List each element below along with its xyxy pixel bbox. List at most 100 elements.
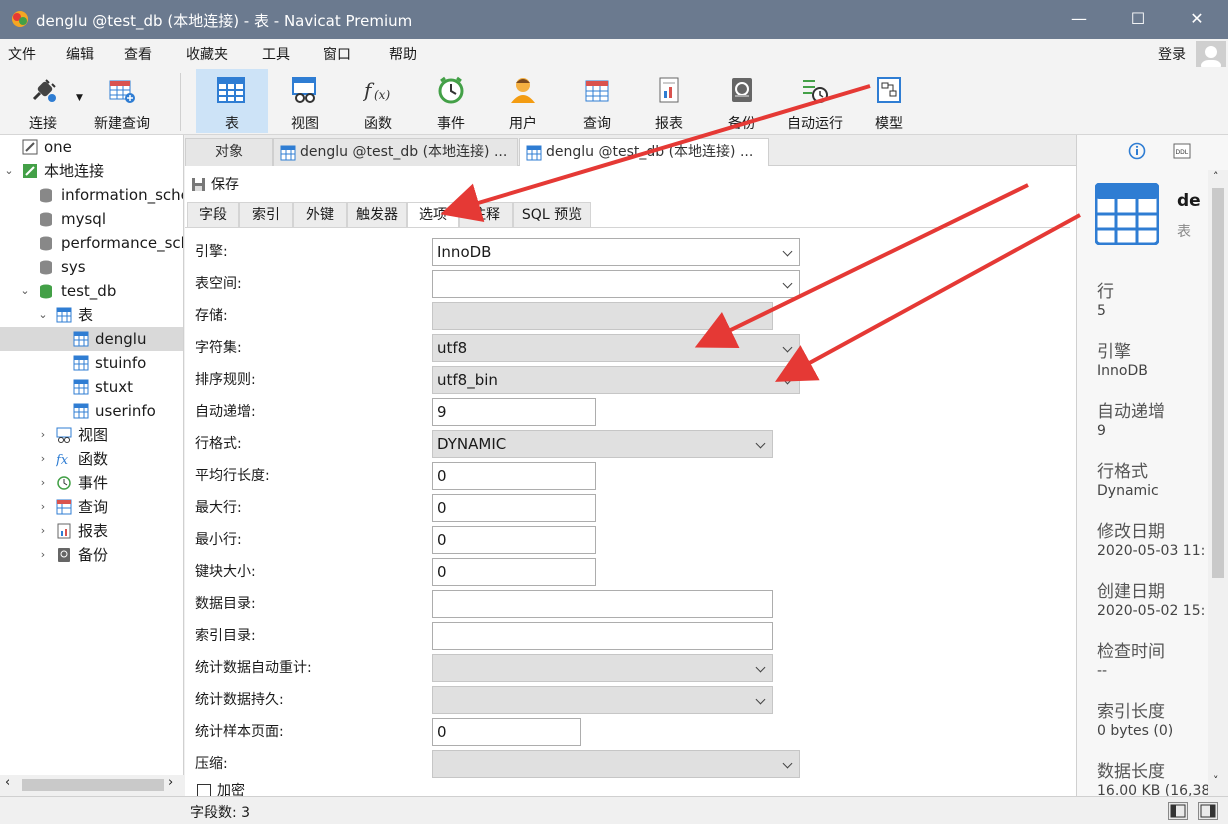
tree-item-stuxt[interactable]: stuxt: [0, 375, 183, 399]
menu-file[interactable]: 文件: [8, 44, 36, 64]
tree-item-test-db[interactable]: ⌄ test_db: [0, 279, 183, 303]
tree-item-one[interactable]: one: [0, 135, 183, 159]
menu-favorites[interactable]: 收藏夹: [186, 44, 228, 64]
tree-item-views[interactable]: › 视图: [0, 423, 183, 447]
save-button[interactable]: 保存: [185, 172, 239, 198]
scrollbar-thumb[interactable]: [22, 779, 164, 791]
collation-select[interactable]: utf8_bin: [432, 366, 800, 394]
toolbar-query-button[interactable]: 查询: [562, 69, 632, 133]
toolbar-view-button[interactable]: 视图: [270, 69, 340, 133]
tree-item-sys[interactable]: sys: [0, 255, 183, 279]
ddl-icon[interactable]: DDL: [1173, 143, 1191, 159]
toolbar-connect-button[interactable]: 连接: [8, 69, 78, 133]
tree-item-reports[interactable]: › 报表: [0, 519, 183, 543]
chevron-right-icon[interactable]: ›: [36, 471, 50, 495]
stats-persistent-select[interactable]: [432, 686, 773, 714]
engine-select[interactable]: InnoDB: [432, 238, 800, 266]
chevron-right-icon[interactable]: ›: [36, 519, 50, 543]
toggle-info-panel-button[interactable]: [1198, 802, 1218, 820]
scrollbar-thumb[interactable]: [1212, 188, 1224, 578]
chevron-right-icon[interactable]: ›: [36, 447, 50, 471]
scroll-right-icon[interactable]: ›: [168, 775, 173, 790]
tab-sql-preview[interactable]: SQL 预览: [513, 202, 591, 228]
new-query-icon: [109, 80, 135, 103]
tree-item-backups[interactable]: › 备份: [0, 543, 183, 567]
tree-item-information-schema[interactable]: information_schema: [0, 183, 183, 207]
scroll-up-icon[interactable]: ˄: [1213, 170, 1219, 183]
tree-item-events[interactable]: › 事件: [0, 471, 183, 495]
tree-item-queries[interactable]: › 查询: [0, 495, 183, 519]
scroll-down-icon[interactable]: ˅: [1213, 774, 1219, 787]
chevron-right-icon[interactable]: ›: [36, 495, 50, 519]
compression-select[interactable]: [432, 750, 800, 778]
chevron-down-icon[interactable]: ⌄: [36, 303, 50, 327]
chevron-down-icon[interactable]: ⌄: [18, 279, 32, 303]
min-rows-label: 最小行:: [195, 532, 242, 548]
maximize-button[interactable]: ☐: [1109, 0, 1167, 39]
tree-item-tables-folder[interactable]: ⌄ 表: [0, 303, 183, 327]
tab-denglu-1[interactable]: denglu @test_db (本地连接) ...: [273, 138, 518, 166]
stats-auto-recalc-select[interactable]: [432, 654, 773, 682]
tab-indexes[interactable]: 索引: [239, 202, 293, 228]
tab-fields[interactable]: 字段: [187, 202, 239, 228]
tab-options[interactable]: 选项: [407, 202, 459, 228]
tab-label: 注释: [472, 207, 500, 223]
toolbar-event-button[interactable]: 事件: [416, 69, 486, 133]
tree-item-performance-schema[interactable]: performance_schema: [0, 231, 183, 255]
toolbar-backup-button[interactable]: 备份: [707, 69, 777, 133]
close-button[interactable]: ✕: [1168, 0, 1226, 39]
minimize-button[interactable]: —: [1050, 0, 1108, 39]
row-format-select[interactable]: DYNAMIC: [432, 430, 773, 458]
auto-increment-input[interactable]: 9: [432, 398, 596, 426]
toggle-sidebar-button[interactable]: [1168, 802, 1188, 820]
login-link[interactable]: 登录: [1158, 44, 1186, 64]
key-block-size-input[interactable]: 0: [432, 558, 596, 586]
menu-view[interactable]: 查看: [124, 44, 152, 64]
table-icon: [526, 145, 542, 161]
menu-edit[interactable]: 编辑: [66, 44, 94, 64]
min-rows-input[interactable]: 0: [432, 526, 596, 554]
info-vertical-scrollbar[interactable]: ˄ ˅: [1208, 170, 1228, 796]
toolbar-new-query-button[interactable]: 新建查询: [86, 69, 158, 133]
menu-tools[interactable]: 工具: [262, 44, 290, 64]
toolbar-user-button[interactable]: 用户: [488, 69, 558, 133]
tree-item-denglu[interactable]: denglu: [0, 327, 183, 351]
menu-window[interactable]: 窗口: [323, 44, 351, 64]
data-directory-input[interactable]: [432, 590, 773, 618]
info-key: 检查时间: [1097, 642, 1165, 662]
avg-row-length-input[interactable]: 0: [432, 462, 596, 490]
chevron-down-icon[interactable]: ⌄: [2, 159, 16, 183]
chevron-right-icon[interactable]: ›: [36, 423, 50, 447]
toolbar-schedule-button[interactable]: 自动运行: [780, 69, 850, 133]
max-rows-input[interactable]: 0: [432, 494, 596, 522]
tree-horizontal-scrollbar[interactable]: ‹ ›: [0, 775, 184, 795]
toolbar-model-button[interactable]: 模型: [854, 69, 924, 133]
tab-denglu-2[interactable]: denglu @test_db (本地连接) ...: [519, 138, 769, 167]
toolbar-table-button[interactable]: 表: [196, 69, 268, 133]
scroll-left-icon[interactable]: ‹: [5, 775, 10, 790]
tablespace-select[interactable]: [432, 270, 800, 298]
connect-dropdown-icon[interactable]: ▼: [76, 93, 83, 103]
index-directory-input[interactable]: [432, 622, 773, 650]
tree-item-stuinfo[interactable]: stuinfo: [0, 351, 183, 375]
tree-item-userinfo[interactable]: userinfo: [0, 399, 183, 423]
chevron-right-icon[interactable]: ›: [36, 543, 50, 567]
stats-sample-pages-input[interactable]: 0: [432, 718, 581, 746]
query-icon: [56, 499, 72, 515]
charset-select[interactable]: utf8: [432, 334, 800, 362]
tree-item-local-connection[interactable]: ⌄ 本地连接: [0, 159, 183, 183]
object-info-panel: DDL de 表 行 5 引擎 InnoDB 自动递增 9 行格式 Dynami…: [1076, 135, 1228, 796]
save-icon: [192, 178, 205, 191]
tab-objects[interactable]: 对象: [185, 138, 273, 166]
tab-triggers[interactable]: 触发器: [347, 202, 407, 228]
toolbar-function-button[interactable]: f (x) 函数: [343, 69, 413, 133]
tree-item-mysql[interactable]: mysql: [0, 207, 183, 231]
tab-foreign-keys[interactable]: 外键: [293, 202, 347, 228]
storage-field[interactable]: [432, 302, 773, 330]
toolbar-report-button[interactable]: 报表: [634, 69, 704, 133]
tree-item-functions[interactable]: › fx 函数: [0, 447, 183, 471]
toolbar-label: 函数: [364, 116, 392, 132]
menu-help[interactable]: 帮助: [389, 44, 417, 64]
info-icon[interactable]: [1128, 142, 1146, 160]
tab-comment[interactable]: 注释: [459, 202, 513, 228]
